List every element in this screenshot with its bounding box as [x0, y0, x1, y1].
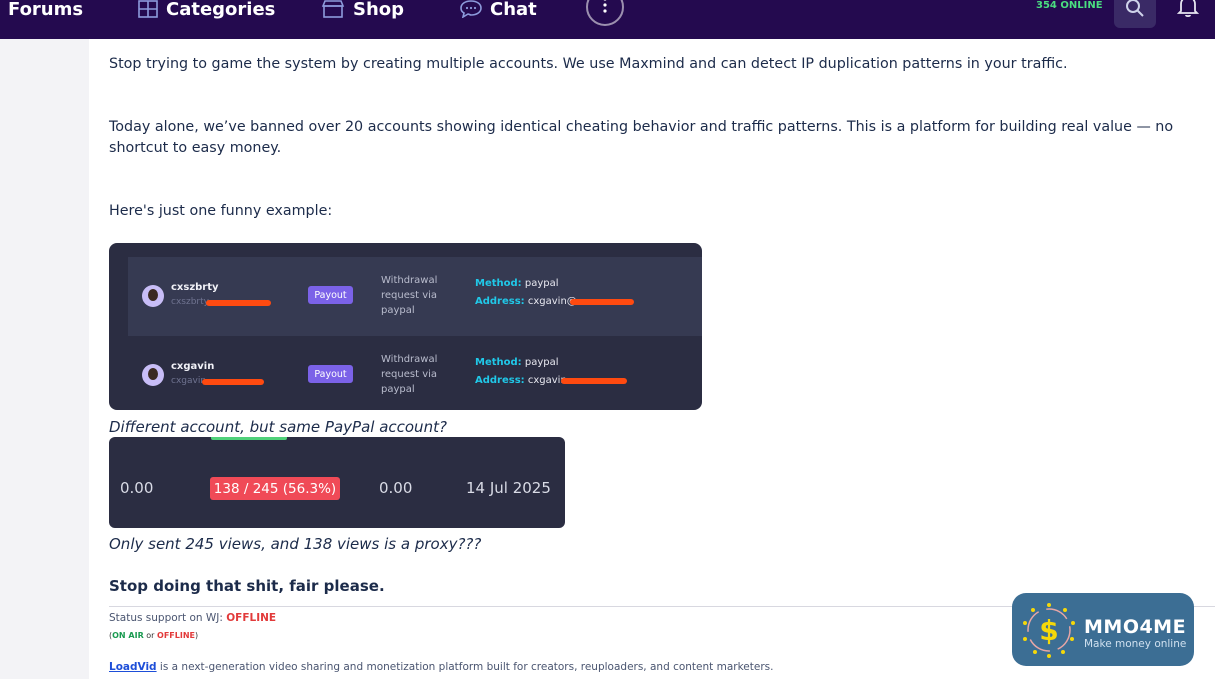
stat-value: 0.00 [379, 479, 413, 497]
withdrawal-subname: cxszbrty [171, 297, 209, 307]
legend-offline: OFFLINE [157, 631, 195, 640]
closing-statement: Stop doing that shit, fair please. [109, 577, 385, 595]
nav-chat-label: Chat [490, 0, 537, 20]
method-label: Method: [475, 357, 522, 368]
redaction-scribble [206, 300, 271, 306]
address-label: Address: [475, 375, 525, 386]
method-label: Method: [475, 278, 522, 289]
payout-badge: Payout [308, 286, 353, 304]
post-content: Stop trying to game the system by creati… [89, 39, 1215, 679]
post-paragraph-1: Stop trying to game the system by creati… [109, 56, 1068, 72]
withdrawal-method: Method: paypal [475, 278, 559, 289]
shop-icon [321, 0, 345, 18]
withdrawal-username: cxgavin [171, 361, 215, 372]
status-legend: (ON AIR or OFFLINE) [109, 631, 198, 640]
more-vertical-icon [603, 0, 607, 17]
stat-value: 0.00 [120, 479, 154, 497]
status-value: OFFLINE [226, 612, 277, 624]
post-paragraph-2-line-2: shortcut to easy money. [109, 140, 282, 156]
post-paragraph-3: Here's just one funny example: [109, 203, 333, 219]
watermark-subtitle: Make money online [1084, 638, 1187, 650]
loadvid-link[interactable]: LoadVid [109, 661, 157, 673]
status-label: Status support on WJ: [109, 612, 223, 624]
notifications-button[interactable] [1176, 0, 1200, 22]
method-value: paypal [524, 278, 559, 289]
nav-shop-label: Shop [353, 0, 405, 20]
tab-indicator [211, 437, 287, 440]
withdrawal-row: cxszbrty cxszbrty Payout Withdrawal requ… [128, 257, 702, 336]
legend-close: ) [194, 631, 199, 640]
redaction-scribble [561, 378, 627, 384]
nav-forums[interactable]: Forums [8, 0, 84, 20]
mmo4me-watermark: $ MMO4ME Make money online [1012, 593, 1194, 666]
nav-shop[interactable]: Shop [321, 0, 405, 20]
avatar [142, 364, 164, 386]
legend-or: or [143, 631, 158, 640]
nav-forums-label: Forums [8, 0, 84, 20]
svg-text:$: $ [1039, 614, 1058, 647]
watermark-title: MMO4ME [1084, 616, 1187, 638]
nav-categories[interactable]: Categories [138, 0, 276, 20]
withdrawal-subname: cxgavin [171, 376, 207, 386]
search-icon [1125, 0, 1145, 22]
online-count: 354 ONLINE [1036, 0, 1103, 11]
withdrawal-screenshot: cxszbrty cxszbrty Payout Withdrawal requ… [109, 243, 702, 410]
signature-footer: LoadVid is a next-generation video shari… [109, 661, 773, 673]
withdrawal-username: cxszbrty [171, 282, 219, 293]
withdrawal-description: Withdrawal request via paypal [381, 354, 438, 395]
chat-bubble-icon [460, 0, 482, 18]
redaction-scribble [570, 299, 634, 305]
withdrawal-address: Address: cxgavin [475, 375, 567, 386]
top-navigation-bar: Forums Categories Shop Chat 354 ONLINE [0, 0, 1215, 39]
nav-categories-label: Categories [166, 0, 276, 20]
redaction-scribble [202, 379, 264, 385]
stat-date: 14 Jul 2025 [466, 479, 551, 497]
withdrawal-method: Method: paypal [475, 357, 559, 368]
post-paragraph-2-line-1: Today alone, we’ve banned over 20 accoun… [109, 119, 1174, 135]
withdrawal-address: Address: cxgavin@ [475, 296, 577, 307]
search-button[interactable] [1114, 0, 1156, 28]
caption-proxy-views: Only sent 245 views, and 138 views is a … [109, 535, 482, 553]
avatar [142, 285, 164, 307]
nav-chat[interactable]: Chat [460, 0, 537, 20]
proxy-ratio-badge: 138 / 245 (56.3%) [210, 477, 340, 500]
withdrawal-row: cxgavin cxgavin Payout Withdrawal reques… [128, 336, 702, 410]
caption-different-account: Different account, but same PayPal accou… [109, 418, 447, 436]
more-menu-button[interactable] [586, 0, 624, 26]
grid-icon [138, 0, 158, 18]
support-status: Status support on WJ: OFFLINE [109, 612, 276, 624]
method-value: paypal [524, 357, 559, 368]
legend-on-air: ON AIR [112, 631, 144, 640]
withdrawal-description: Withdrawal request via paypal [381, 275, 438, 316]
dollar-stars-icon: $ [1023, 603, 1075, 658]
payout-badge: Payout [308, 365, 353, 383]
bell-icon [1176, 0, 1200, 22]
traffic-stats-screenshot: 0.00 138 / 245 (56.3%) 0.00 14 Jul 2025 [109, 437, 565, 528]
footer-text: is a next-generation video sharing and m… [156, 661, 774, 673]
address-label: Address: [475, 296, 525, 307]
